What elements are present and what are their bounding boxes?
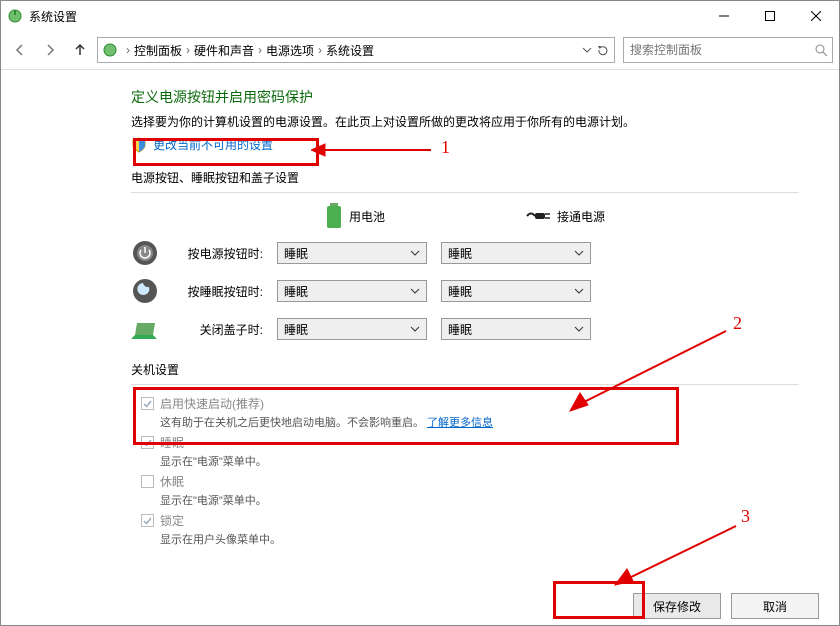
crumb[interactable]: 电源选项 <box>266 42 314 59</box>
close-button[interactable] <box>793 1 839 31</box>
crumb[interactable]: 硬件和声音 <box>194 42 254 59</box>
sleep-button-label: 按睡眠按钮时: <box>173 283 263 300</box>
refresh-icon[interactable] <box>596 43 610 57</box>
window-title: 系统设置 <box>29 8 77 25</box>
lid-battery-select[interactable]: 睡眠 <box>277 318 427 340</box>
checkbox[interactable] <box>141 514 154 527</box>
cancel-button[interactable]: 取消 <box>731 593 819 619</box>
search-input[interactable] <box>628 42 814 58</box>
chevron-down-icon[interactable] <box>582 45 592 55</box>
checkbox[interactable] <box>141 475 154 488</box>
hibernate-label: 休眠 <box>160 473 267 490</box>
annotation-box-2 <box>133 387 679 445</box>
chevron-right-icon: › <box>256 43 264 57</box>
crumb[interactable]: 系统设置 <box>326 42 374 59</box>
mode-ac-label: 接通电源 <box>557 208 605 225</box>
lid-icon <box>131 315 159 343</box>
annotation-num-2: 2 <box>733 313 742 334</box>
search-icon <box>814 43 828 57</box>
chevron-down-icon <box>410 324 420 334</box>
chevron-down-icon <box>410 286 420 296</box>
app-icon <box>7 8 23 24</box>
crumb[interactable]: 控制面板 <box>134 42 182 59</box>
page-heading: 定义电源按钮并启用密码保护 <box>131 87 799 107</box>
sleep-battery-select[interactable]: 睡眠 <box>277 280 427 302</box>
chevron-down-icon <box>410 248 420 258</box>
power-button-icon <box>131 239 159 267</box>
mode-battery-label: 用电池 <box>349 208 385 225</box>
minimize-button[interactable] <box>701 1 747 31</box>
control-panel-icon <box>102 42 118 58</box>
hibernate-option[interactable]: 休眠 显示在"电源"菜单中。 <box>141 473 799 508</box>
nav-bar: › 控制面板 › 硬件和声音 › 电源选项 › 系统设置 <box>1 31 839 69</box>
lock-option[interactable]: 锁定 显示在用户头像菜单中。 <box>141 512 799 547</box>
forward-button[interactable] <box>37 37 63 63</box>
sleep-button-icon <box>131 277 159 305</box>
power-battery-select[interactable]: 睡眠 <box>277 242 427 264</box>
battery-icon <box>325 203 343 229</box>
plug-icon <box>525 209 551 223</box>
chevron-down-icon <box>574 248 584 258</box>
breadcrumb[interactable]: › 控制面板 › 硬件和声音 › 电源选项 › 系统设置 <box>97 37 615 63</box>
sleep-ac-select[interactable]: 睡眠 <box>441 280 591 302</box>
page-description: 选择要为你的计算机设置的电源设置。在此页上对设置所做的更改将应用于你所有的电源计… <box>131 113 799 130</box>
chevron-right-icon: › <box>184 43 192 57</box>
chevron-down-icon <box>574 286 584 296</box>
lid-label: 关闭盖子时: <box>173 321 263 338</box>
annotation-num-1: 1 <box>441 137 450 158</box>
chevron-down-icon <box>574 324 584 334</box>
lock-label: 锁定 <box>160 512 281 529</box>
lid-ac-select[interactable]: 睡眠 <box>441 318 591 340</box>
annotation-num-3: 3 <box>741 506 750 527</box>
save-button[interactable]: 保存修改 <box>633 593 721 619</box>
annotation-box-3 <box>553 581 645 619</box>
back-button[interactable] <box>7 37 33 63</box>
search-box[interactable] <box>623 37 833 63</box>
section-title-buttons: 电源按钮、睡眠按钮和盖子设置 <box>131 169 799 186</box>
chevron-right-icon: › <box>316 43 324 57</box>
section-title-shutdown: 关机设置 <box>131 361 799 378</box>
title-bar: 系统设置 <box>1 1 839 31</box>
chevron-right-icon: › <box>124 43 132 57</box>
maximize-button[interactable] <box>747 1 793 31</box>
annotation-box-1 <box>133 138 319 166</box>
power-button-label: 按电源按钮时: <box>173 245 263 262</box>
power-ac-select[interactable]: 睡眠 <box>441 242 591 264</box>
up-button[interactable] <box>67 37 93 63</box>
